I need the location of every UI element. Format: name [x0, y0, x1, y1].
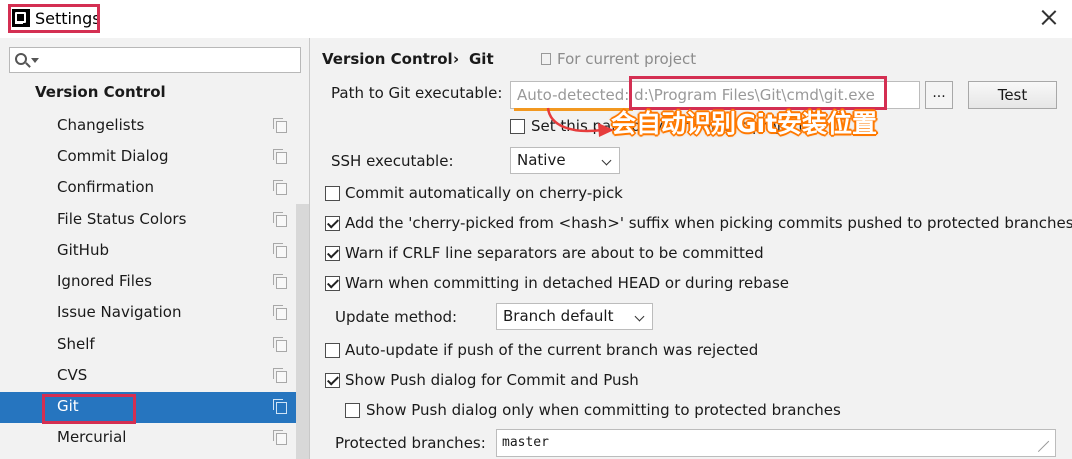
sidebar-item-ignored-files[interactable]: Ignored Files: [0, 267, 296, 298]
test-button[interactable]: Test: [968, 81, 1057, 109]
sidebar-item-mercurial[interactable]: Mercurial: [0, 423, 296, 454]
sidebar-item-changelists[interactable]: Changelists: [0, 111, 296, 142]
sidebar-item-label: Commit Dialog: [57, 147, 169, 165]
settings-sidebar: Version Control Changelists Commit Dialo…: [0, 38, 309, 459]
sidebar-item-commit-dialog[interactable]: Commit Dialog: [0, 142, 296, 173]
sidebar-section-version-control[interactable]: Version Control: [35, 83, 166, 101]
breadcrumb-parent: Version Control: [322, 50, 453, 68]
option-label: Warn if CRLF line separators are about t…: [345, 244, 764, 262]
scope-label: For current project: [557, 50, 697, 68]
breadcrumb-current: Git: [469, 50, 494, 68]
sidebar-item-label: Ignored Files: [57, 272, 152, 290]
option-label: Commit automatically on cherry-pick: [345, 184, 623, 202]
update-method-value: Branch default: [503, 307, 614, 325]
ssh-select-value: Native: [517, 151, 566, 169]
sidebar-item-github[interactable]: GitHub: [0, 236, 296, 267]
sidebar-item-label: CVS: [57, 366, 88, 384]
project-scope-icon: [273, 149, 287, 164]
ssh-select[interactable]: Native: [510, 147, 620, 174]
close-icon[interactable]: [1038, 7, 1060, 29]
option-label: Add the 'cherry-picked from <hash>' suff…: [345, 214, 1072, 232]
chevron-down-icon: [601, 155, 612, 166]
search-icon: [15, 53, 27, 65]
git-path-label: Path to Git executable:: [331, 84, 503, 102]
protected-branches-label: Protected branches:: [335, 434, 486, 452]
title-highlight-box: [8, 4, 100, 33]
search-dropdown-icon[interactable]: [31, 58, 39, 63]
project-scope-icon: [273, 368, 287, 383]
git-highlight-box: [42, 394, 136, 424]
update-method-label: Update method:: [335, 308, 458, 326]
project-scope-icon: [541, 53, 551, 65]
breadcrumb-separator: ›: [453, 50, 460, 68]
project-scope-icon: [273, 243, 287, 258]
option-checkbox-cherry-pick-suffix[interactable]: [325, 216, 340, 231]
protected-branches-value: master: [502, 435, 549, 450]
sidebar-item-label: Mercurial: [57, 428, 127, 446]
project-scope-icon: [273, 305, 287, 320]
option-label: Show Push dialog for Commit and Push: [345, 371, 639, 389]
sidebar-item-confirmation[interactable]: Confirmation: [0, 173, 296, 204]
option-checkbox-detached-head[interactable]: [325, 276, 340, 291]
sidebar-item-label: Confirmation: [57, 178, 155, 196]
sidebar-item-label: File Status Colors: [57, 210, 187, 228]
option-label: Auto-update if push of the current branc…: [345, 341, 759, 359]
sidebar-item-issue-navigation[interactable]: Issue Navigation: [0, 298, 296, 329]
ssh-label: SSH executable:: [331, 152, 454, 170]
sidebar-item-cvs[interactable]: CVS: [0, 361, 296, 392]
option-label: Show Push dialog only when committing to…: [366, 401, 841, 419]
sidebar-item-label: Shelf: [57, 335, 95, 353]
project-scope-icon: [273, 212, 287, 227]
option-checkbox-crlf-warning[interactable]: [325, 246, 340, 261]
set-path-project-checkbox[interactable]: [510, 119, 525, 134]
sidebar-scrollbar[interactable]: [296, 204, 309, 459]
project-scope-icon: [273, 430, 287, 445]
annotation-text: 会自动识别Git安装位置: [611, 109, 878, 138]
option-checkbox-auto-update[interactable]: [325, 343, 340, 358]
sidebar-item-label: Changelists: [57, 116, 145, 134]
project-scope-icon: [273, 180, 287, 195]
project-scope-icon: [273, 399, 287, 414]
sidebar-item-shelf[interactable]: Shelf: [0, 330, 296, 361]
git-settings-panel: Version Control › Git For current projec…: [310, 38, 1072, 459]
protected-branches-input[interactable]: master: [496, 429, 1056, 457]
option-checkbox-show-push-dialog[interactable]: [325, 373, 340, 388]
project-scope-icon: [273, 337, 287, 352]
option-label: Warn when committing in detached HEAD or…: [345, 274, 790, 292]
option-checkbox-cherry-pick-commit[interactable]: [325, 186, 340, 201]
title-bar: Settings: [0, 0, 1072, 38]
sidebar-item-file-status-colors[interactable]: File Status Colors: [0, 205, 296, 236]
sidebar-item-label: GitHub: [57, 241, 109, 259]
sidebar-item-label: Issue Navigation: [57, 303, 182, 321]
search-input[interactable]: [9, 47, 301, 73]
chevron-down-icon: [634, 311, 645, 322]
option-checkbox-push-protected-only[interactable]: [345, 403, 360, 418]
project-scope-icon: [273, 274, 287, 289]
update-method-select[interactable]: Branch default: [496, 303, 653, 330]
project-scope-icon: [273, 118, 287, 133]
browse-button[interactable]: ...: [925, 81, 953, 109]
expand-icon[interactable]: [1038, 440, 1050, 452]
